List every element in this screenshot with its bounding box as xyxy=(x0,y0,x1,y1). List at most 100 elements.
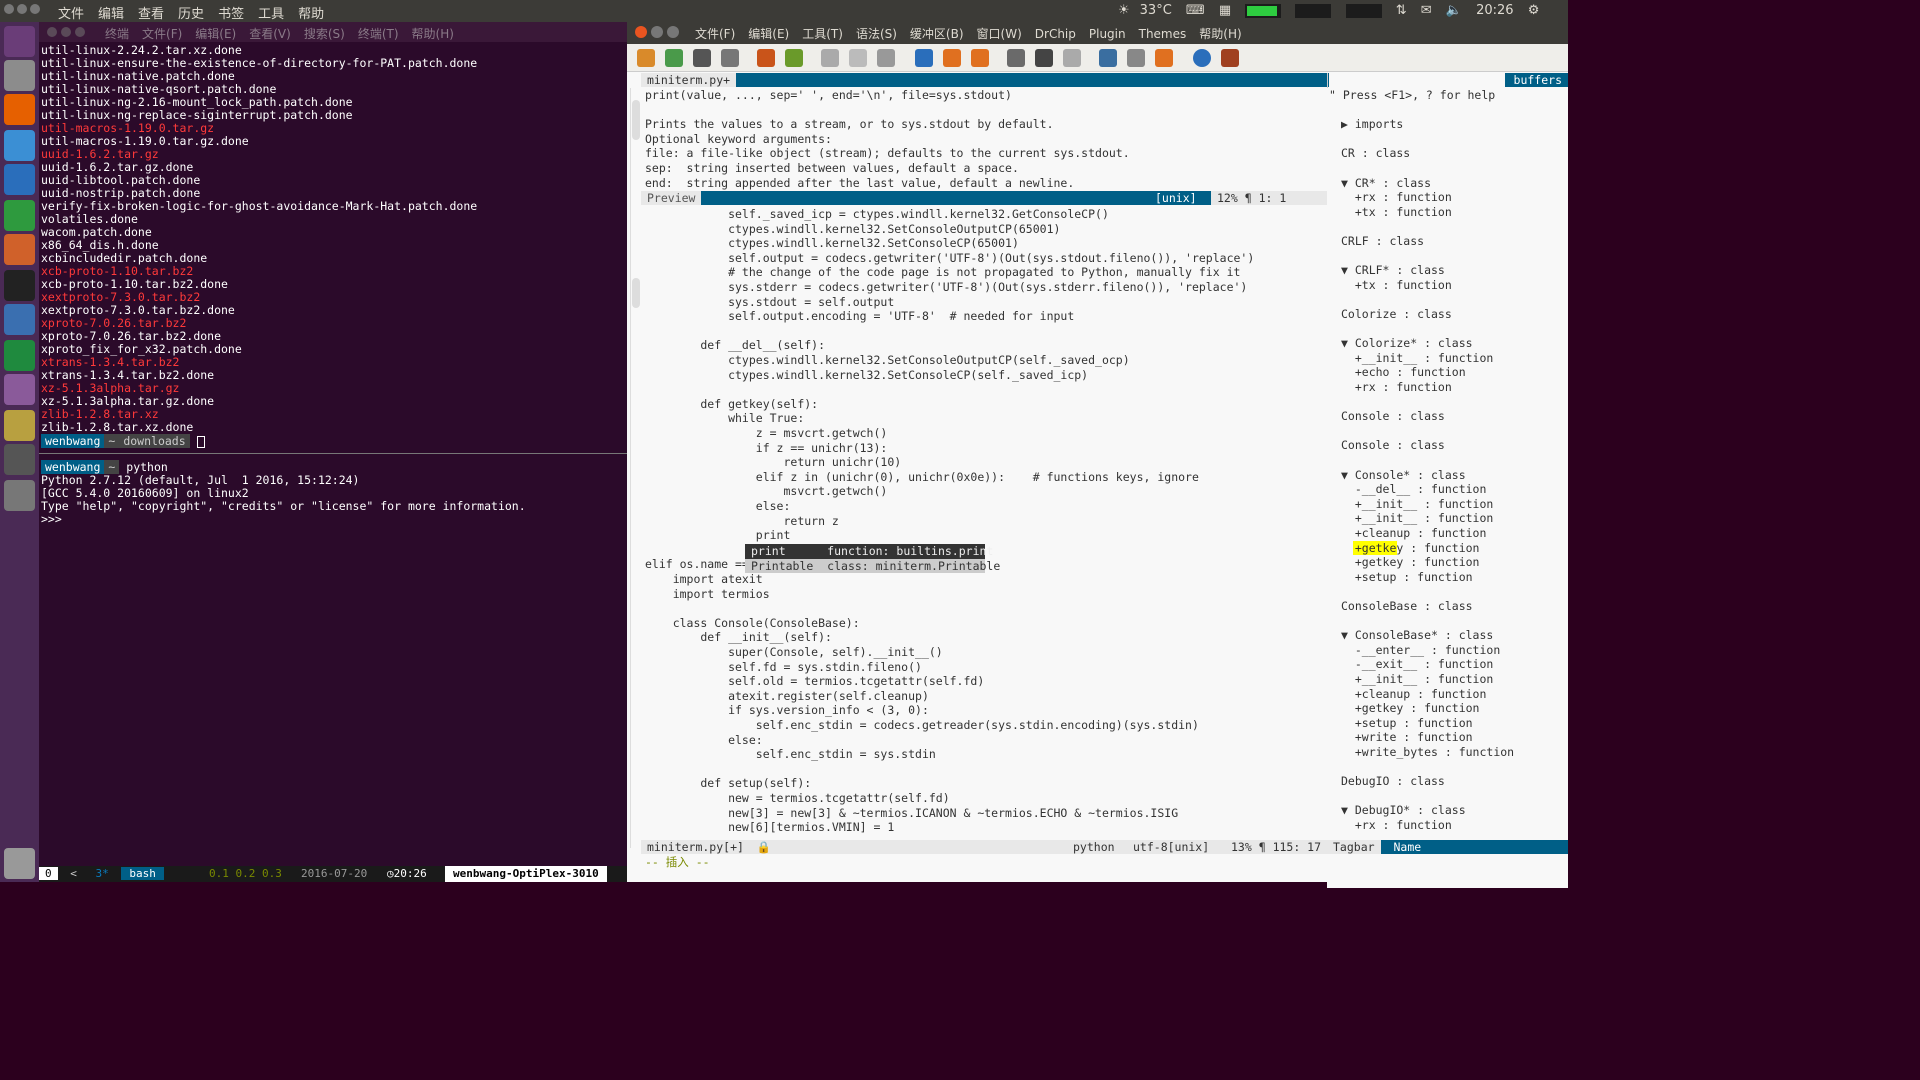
tagbar-function[interactable]: +setup : function xyxy=(1341,716,1473,731)
make-icon[interactable] xyxy=(1099,49,1117,67)
tagbar-function[interactable]: +__init__ : function xyxy=(1341,672,1493,687)
terminal-icon[interactable] xyxy=(4,270,35,301)
tagbar-function[interactable]: +tx : function xyxy=(1341,278,1452,293)
tagbar-class[interactable]: ▼ CR* : class xyxy=(1341,176,1431,191)
impress-icon[interactable] xyxy=(4,234,35,265)
tab-miniterm[interactable]: miniterm.py+ xyxy=(641,73,737,87)
tagbar-function[interactable]: +__init__ : function xyxy=(1341,511,1493,526)
tagbar-class[interactable]: ▼ CRLF* : class xyxy=(1341,263,1445,278)
tagbar-class[interactable]: ▼ Colorize* : class xyxy=(1341,336,1473,351)
tagbar-panel[interactable]: " Press <F1>, ? for help ▶ imports CR : cl… xyxy=(1327,88,1568,888)
tagbar-class[interactable]: ▼ Console* : class xyxy=(1341,468,1466,483)
terminal-menu-item[interactable]: 终端 xyxy=(105,27,129,41)
tagbar-function[interactable]: +rx : function xyxy=(1341,380,1452,395)
undo-icon[interactable] xyxy=(757,49,775,67)
gvim-menu-item[interactable]: 编辑(E) xyxy=(748,27,789,41)
weather-icon[interactable]: ☀ xyxy=(1118,3,1130,18)
firefox-icon[interactable] xyxy=(4,94,35,125)
tagbar-function[interactable]: +cleanup : function xyxy=(1341,687,1487,702)
code-editor[interactable]: self._saved_icp = ctypes.windll.kernel32… xyxy=(645,206,1327,840)
paste-icon[interactable] xyxy=(877,49,895,67)
mail-icon[interactable]: ✉ xyxy=(1421,3,1432,18)
chromium-icon[interactable] xyxy=(4,130,35,161)
cut-icon[interactable] xyxy=(821,49,839,67)
firefox-menu-item[interactable]: 工具 xyxy=(258,3,284,22)
gvim-menu-item[interactable]: 窗口(W) xyxy=(977,27,1022,41)
tagbar-function[interactable]: +getkey : function xyxy=(1341,540,1480,556)
help-icon[interactable] xyxy=(1193,49,1211,67)
gvim-menu-item[interactable]: DrChip xyxy=(1035,27,1076,41)
firefox-menu-item[interactable]: 历史 xyxy=(178,3,204,22)
scrollbar-thumb[interactable] xyxy=(632,100,640,140)
firefox-menu-item[interactable]: 查看 xyxy=(138,3,164,22)
tag-jump-icon[interactable] xyxy=(1155,49,1173,67)
tagbar-function[interactable]: -__del__ : function xyxy=(1341,482,1487,497)
gvim-window[interactable]: 文件(F) 编辑(E) 工具(T) 语法(S) 缓冲区(B) 窗口(W) DrChip Plu… xyxy=(627,22,1568,888)
load-session-icon[interactable] xyxy=(1007,49,1025,67)
tagbar-function[interactable]: +__init__ : function xyxy=(1341,497,1493,512)
save-all-icon[interactable] xyxy=(693,49,711,67)
run-script-icon[interactable] xyxy=(1063,49,1081,67)
tagbar-function[interactable]: +__init__ : function xyxy=(1341,351,1493,366)
copy-icon[interactable] xyxy=(849,49,867,67)
gvim-window-controls[interactable] xyxy=(635,26,679,41)
trash-icon[interactable] xyxy=(4,848,35,879)
terminal-menu-item[interactable]: 终端(T) xyxy=(358,27,399,41)
save-session-icon[interactable] xyxy=(1035,49,1053,67)
gvim-menu-item[interactable]: Plugin xyxy=(1089,27,1126,41)
terminal-window[interactable]: 终端 文件(F) 编辑(E) 查看(V) 搜索(S) 终端(T) 帮助(H) util-li… xyxy=(39,22,627,882)
tagbar-function[interactable]: +tx : function xyxy=(1341,205,1452,220)
tagbar-class[interactable]: ConsoleBase : class xyxy=(1341,599,1473,614)
redo-icon[interactable] xyxy=(785,49,803,67)
cpu-monitor-icon[interactable] xyxy=(1245,3,1282,18)
tagbar-class[interactable]: CR : class xyxy=(1341,146,1410,161)
terminal-menu-item[interactable]: 编辑(E) xyxy=(195,27,236,41)
terminal-menu-item[interactable]: 搜索(S) xyxy=(304,27,345,41)
tagbar-function[interactable]: +getkey : function xyxy=(1341,555,1480,570)
gvim-menu-item[interactable]: 语法(S) xyxy=(856,27,897,41)
firefox-menu-item[interactable]: 文件 xyxy=(58,3,84,22)
tagbar-function[interactable]: +rx : function xyxy=(1341,818,1452,833)
vim-icon[interactable] xyxy=(4,340,35,371)
firefox-menu-item[interactable]: 编辑 xyxy=(98,3,124,22)
clock[interactable]: 20:26 xyxy=(1476,3,1513,18)
open-icon[interactable] xyxy=(637,49,655,67)
gvim-menu-item[interactable]: 工具(T) xyxy=(802,27,843,41)
keyboard-icon[interactable]: ⌨ xyxy=(1186,3,1205,18)
gvim-menu-item[interactable]: 文件(F) xyxy=(695,27,735,41)
tagbar-class[interactable]: ▼ DebugIO* : class xyxy=(1341,803,1466,818)
find-next-icon[interactable] xyxy=(943,49,961,67)
firefox-menu-item[interactable]: 帮助 xyxy=(298,3,324,22)
save-icon[interactable] xyxy=(665,49,683,67)
tagbar-function[interactable]: +rx : function xyxy=(1341,190,1452,205)
drive-icon[interactable] xyxy=(4,444,35,475)
tagbar-class[interactable]: Console : class xyxy=(1341,409,1445,424)
completion-item-selected[interactable]: print function: builtins.print xyxy=(745,544,993,559)
completion-item[interactable]: Printable class: miniterm.Printable xyxy=(745,558,1000,574)
window-close-controls[interactable] xyxy=(4,3,40,18)
tagbar-function[interactable]: +getkey : function xyxy=(1341,701,1480,716)
tagbar-class[interactable]: ▼ ConsoleBase* : class xyxy=(1341,628,1493,643)
tagbar-function[interactable]: -__enter__ : function xyxy=(1341,643,1500,658)
terminal-menu-item[interactable]: 帮助(H) xyxy=(412,27,454,41)
scrollbar-thumb[interactable] xyxy=(632,278,640,308)
app-icon[interactable] xyxy=(4,374,35,405)
terminal-window-controls[interactable] xyxy=(47,26,85,40)
archive-icon[interactable] xyxy=(4,410,35,441)
gvim-menu-item[interactable]: Themes xyxy=(1139,27,1187,41)
writer-icon[interactable] xyxy=(4,164,35,195)
tagbar-function[interactable]: +write_bytes : function xyxy=(1341,745,1514,760)
tagbar-function[interactable]: +setup : function xyxy=(1341,570,1473,585)
terminal-menu-item[interactable]: 文件(F) xyxy=(142,27,182,41)
tagbar-class[interactable]: DebugIO : class xyxy=(1341,774,1445,789)
tagbar-class[interactable]: Colorize : class xyxy=(1341,307,1452,322)
tmux-window-name[interactable]: bash xyxy=(121,867,164,880)
tagbar-function[interactable]: +echo : function xyxy=(1341,365,1466,380)
find-replace-icon[interactable] xyxy=(915,49,933,67)
buffers-label[interactable]: buffers xyxy=(1505,73,1568,87)
terminal-menu-item[interactable]: 查看(V) xyxy=(249,27,291,41)
find-prev-icon[interactable] xyxy=(971,49,989,67)
tagbar-function[interactable]: +write : function xyxy=(1341,730,1473,745)
dash-icon[interactable] xyxy=(4,26,35,57)
volume-icon[interactable]: 🔈 xyxy=(1446,3,1462,18)
